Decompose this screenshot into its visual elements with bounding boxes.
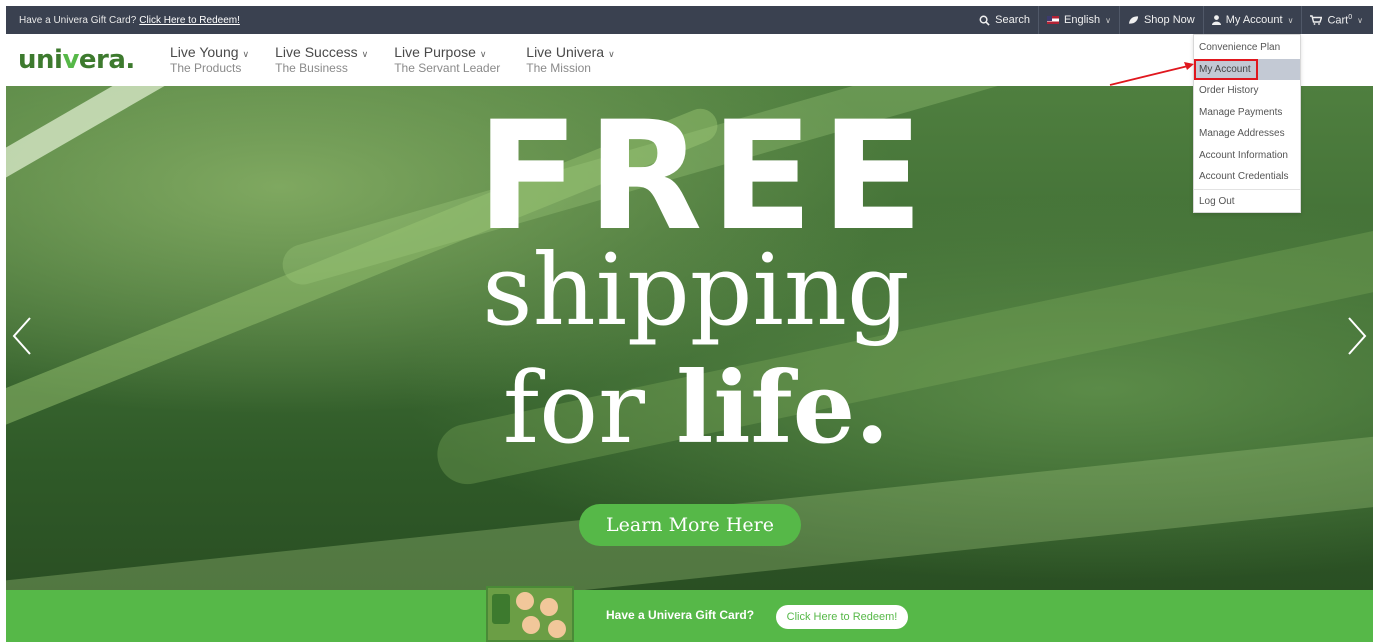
language-label: English (1064, 14, 1101, 26)
nav-item-live-purpose[interactable]: Live Purpose ∨ The Servant Leader (394, 45, 500, 74)
search-label: Search (995, 14, 1031, 26)
hero-heading-free: FREE (476, 90, 932, 264)
chevron-down-icon: ∨ (479, 49, 487, 60)
leaf-icon (1128, 16, 1139, 24)
top-utility-bar: Have a Univera Gift Card? Click Here to … (6, 6, 1373, 34)
menu-item-manage-payments[interactable]: Manage Payments (1194, 102, 1300, 124)
carousel-prev-button[interactable] (10, 316, 34, 356)
hero-carousel: FREE shipping for life. Learn More Here (6, 86, 1373, 590)
cart-label: Cart (1327, 14, 1349, 27)
promo-text: Have a Univera Gift Card? (19, 14, 137, 26)
shop-now-label: Shop Now (1143, 14, 1195, 26)
carousel-next-button[interactable] (1345, 316, 1369, 356)
search-icon (979, 15, 990, 26)
gift-card-image (486, 586, 574, 642)
gift-card-promo: Have a Univera Gift Card? Click Here to … (6, 15, 240, 26)
nav-item-live-univera[interactable]: Live Univera ∨ The Mission (526, 45, 614, 74)
utility-nav: Search English ∨ Shop Now My Account ∨ C… (971, 6, 1373, 34)
my-account-label: My Account (1225, 14, 1283, 26)
redeem-button[interactable]: Click Here to Redeem! (776, 605, 908, 629)
cart-count: 0 (1348, 13, 1353, 21)
chevron-down-icon: ∨ (1105, 15, 1111, 25)
cart-button[interactable]: Cart0 ∨ (1301, 6, 1373, 34)
menu-item-account-credentials[interactable]: Account Credentials (1194, 166, 1300, 188)
menu-item-my-account[interactable]: My Account (1194, 58, 1258, 80)
hero-heading-for-life: for life. (502, 351, 890, 466)
aloe-leaf-decoration (6, 86, 305, 216)
annotation-arrow-icon (1109, 62, 1194, 86)
menu-item-my-account-row: My Account (1194, 58, 1300, 80)
chevron-down-icon: ∨ (361, 49, 369, 60)
learn-more-button[interactable]: Learn More Here (579, 504, 801, 546)
cart-icon (1310, 15, 1323, 25)
menu-item-manage-addresses[interactable]: Manage Addresses (1194, 123, 1300, 145)
nav-menu: Live Young ∨ The Products Live Success ∨ T… (170, 45, 615, 74)
menu-item-log-out[interactable]: Log Out (1194, 191, 1300, 213)
shop-now-button[interactable]: Shop Now (1118, 6, 1203, 34)
menu-item-account-information[interactable]: Account Information (1194, 145, 1300, 167)
chevron-down-icon: ∨ (242, 49, 250, 60)
menu-divider (1194, 188, 1300, 190)
menu-item-convenience-plan[interactable]: Convenience Plan (1194, 37, 1300, 59)
chevron-down-icon: ∨ (608, 49, 615, 60)
user-icon (1211, 15, 1221, 25)
gift-card-bar: Have a Univera Gift Card? Click Here to … (6, 586, 1373, 642)
language-selector[interactable]: English ∨ (1038, 6, 1119, 34)
chevron-left-icon (12, 317, 31, 355)
gift-card-text: Have a Univera Gift Card? (606, 608, 755, 622)
search-button[interactable]: Search (971, 6, 1038, 34)
redeem-link[interactable]: Click Here to Redeem! (139, 15, 240, 26)
univera-logo[interactable]: uni v era. (18, 45, 136, 75)
account-dropdown-menu: Convenience Plan My Account Order Histor… (1193, 34, 1301, 213)
us-flag-icon (1047, 16, 1060, 24)
my-account-menu-button[interactable]: My Account ∨ (1202, 6, 1302, 34)
hero-heading-shipping: shipping (482, 234, 910, 348)
chevron-down-icon: ∨ (1357, 15, 1363, 25)
menu-item-order-history[interactable]: Order History (1194, 80, 1300, 102)
nav-item-live-young[interactable]: Live Young ∨ The Products (170, 45, 249, 74)
nav-item-live-success[interactable]: Live Success ∨ The Business (275, 45, 368, 74)
chevron-down-icon: ∨ (1287, 15, 1294, 25)
chevron-right-icon (1348, 317, 1367, 355)
